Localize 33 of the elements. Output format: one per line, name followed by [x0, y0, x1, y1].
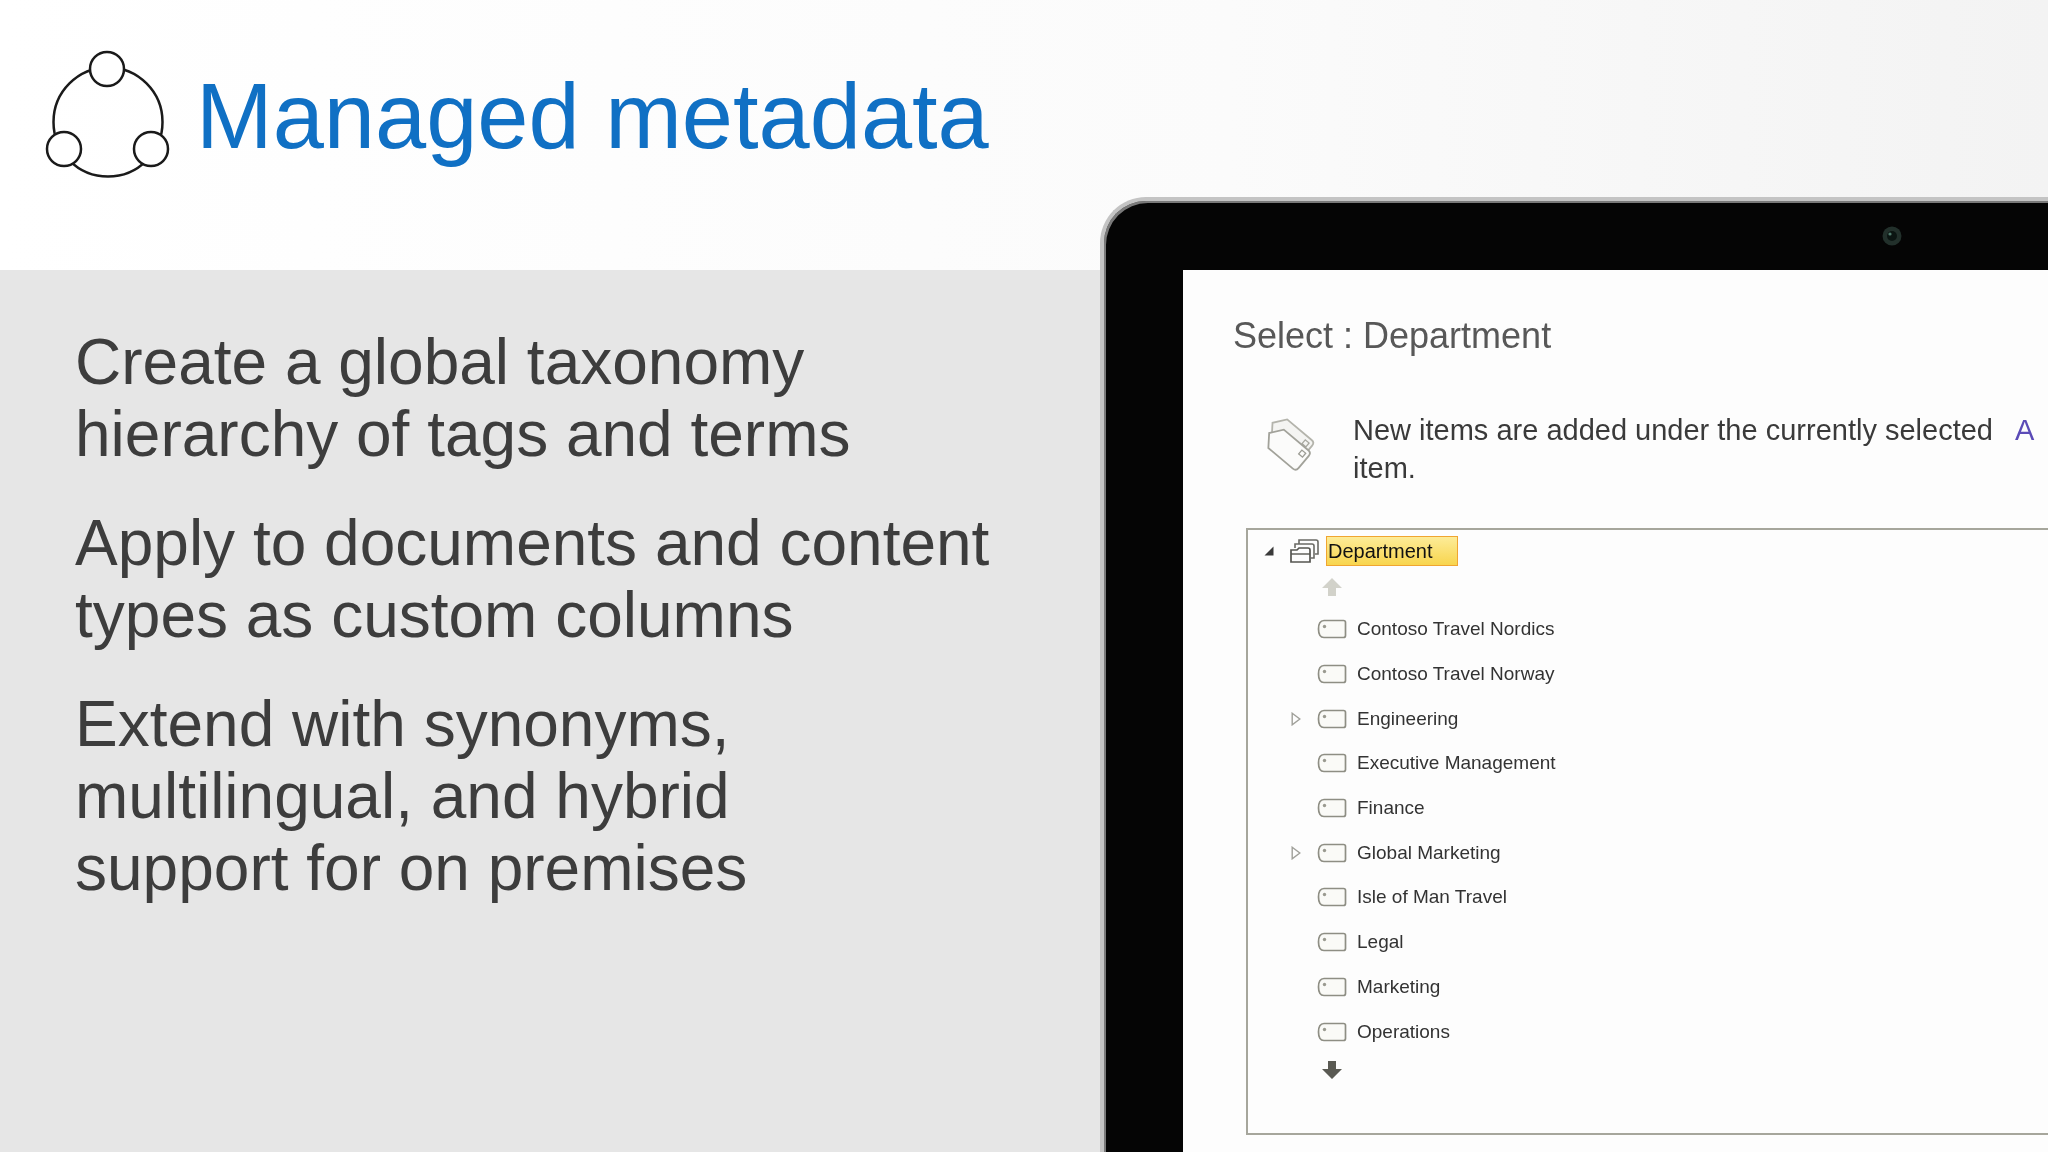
- bullet-point: Extend with synonyms, multilingual, and hybrid support for on premises: [75, 688, 748, 904]
- caret-icon[interactable]: [1264, 546, 1274, 556]
- dialog-title: Select : Department: [1233, 314, 1552, 358]
- tag-icon: [1317, 1021, 1347, 1042]
- tree-item[interactable]: Engineering: [1354, 705, 1462, 732]
- tag-icon: [1317, 976, 1347, 997]
- tag-icon: [1317, 708, 1347, 729]
- tree-item[interactable]: Contoso Travel Norway: [1354, 661, 1558, 688]
- tree-item[interactable]: Contoso Travel Nordics: [1354, 616, 1558, 643]
- tag-icon: [1317, 887, 1347, 908]
- stack-icon: [1289, 538, 1319, 564]
- tag-icon: [1317, 932, 1347, 953]
- tag-icon: [1317, 619, 1347, 640]
- tree-item[interactable]: Operations: [1354, 1018, 1453, 1045]
- info-text: New items are added under the currently selected A item.: [1353, 413, 2035, 486]
- tag-icon: [1317, 798, 1347, 819]
- bullet-point: Apply to documents and content types as custom columns: [75, 507, 990, 651]
- tag-icon: [1317, 664, 1347, 685]
- tree-item[interactable]: Marketing: [1354, 973, 1444, 1000]
- tree-item[interactable]: Executive Management: [1354, 750, 1559, 777]
- logo-icon: [45, 50, 170, 178]
- tag-icon: [1317, 842, 1347, 863]
- tag-icon: [1317, 753, 1347, 774]
- tree-item[interactable]: Global Marketing: [1354, 839, 1504, 866]
- camera-icon: [1882, 225, 1902, 246]
- bullet-point: Create a global taxonomy hierarchy of tags and terms: [75, 326, 851, 470]
- tree-item[interactable]: Legal: [1354, 929, 1407, 956]
- text-link[interactable]: A: [2015, 414, 2035, 446]
- tree-item[interactable]: Finance: [1354, 795, 1428, 822]
- slide-title: Managed metadata: [196, 64, 989, 169]
- down-arrow-icon[interactable]: [1321, 1059, 1343, 1080]
- tree-item[interactable]: Isle of Man Travel: [1354, 884, 1510, 911]
- tree-item[interactable]: Department: [1326, 536, 1458, 566]
